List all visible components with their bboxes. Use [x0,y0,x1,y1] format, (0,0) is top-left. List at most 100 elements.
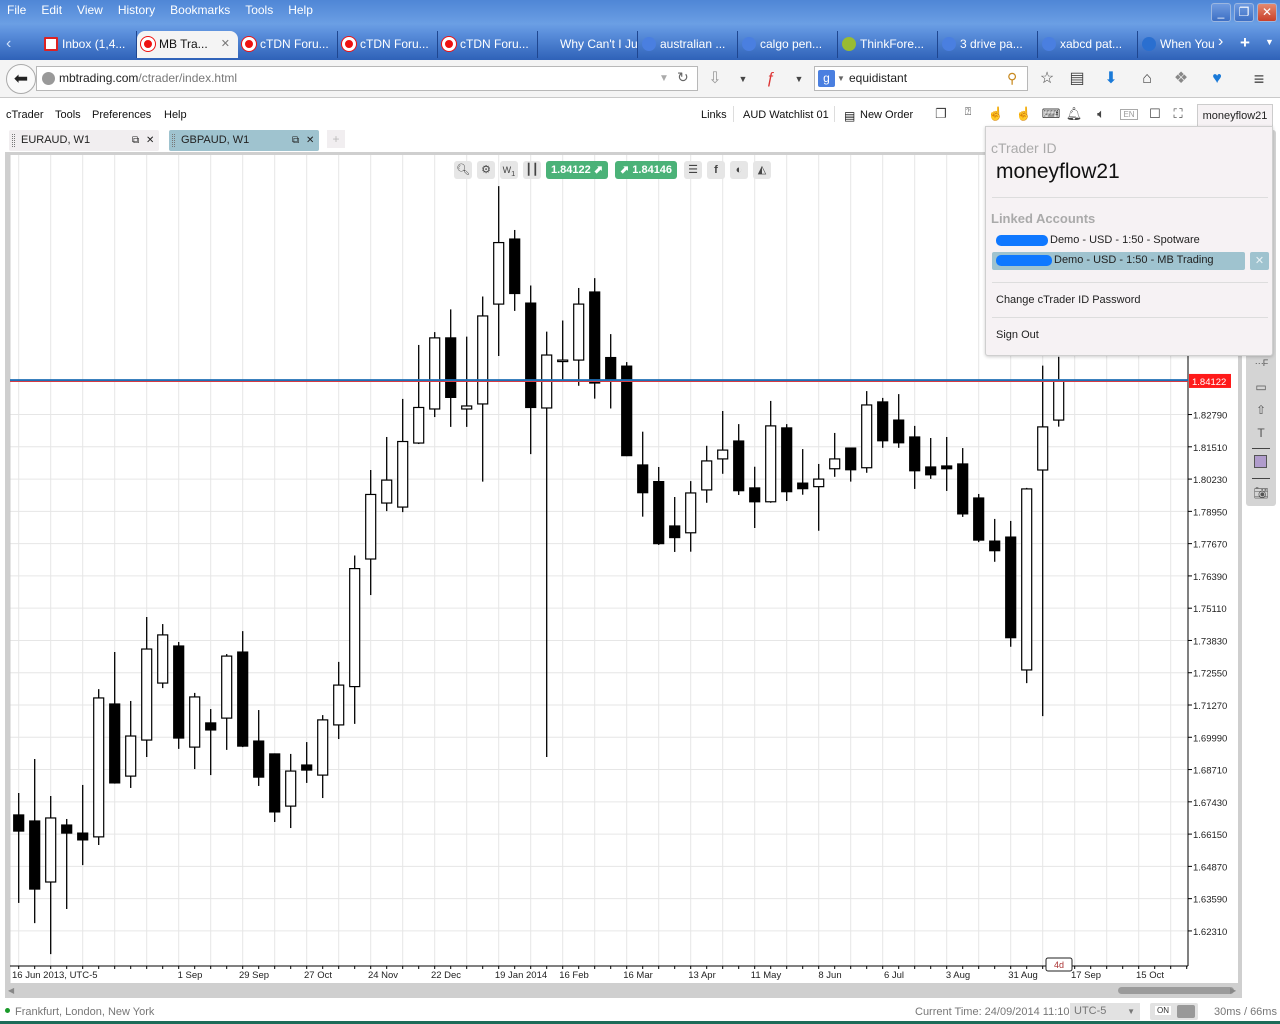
sell-button[interactable]: 1.84122 ⬈ [546,161,609,179]
sign-out-link[interactable]: Sign Out [996,329,1039,341]
candle [317,715,329,799]
candle [477,296,489,482]
candle-body [525,302,537,409]
candle [893,394,905,448]
candle [429,332,441,418]
buy-button[interactable]: ⬈ 1.84146 [615,161,678,179]
sound-toggle[interactable]: ON [1150,1003,1198,1020]
candle [93,689,105,845]
timezone-select[interactable]: UTC-5 ▼ [1070,1003,1140,1020]
candle-body [877,401,889,442]
candle-body [717,449,729,460]
candle [125,700,137,788]
candle-body [861,404,873,469]
candle-body [205,722,217,731]
arrow-icon: ⬈ [593,164,604,176]
candle [1037,365,1049,717]
time-tick-label: 29 Sep [239,970,269,981]
candle-body [1053,380,1065,421]
candle [13,793,25,903]
candle [77,784,89,866]
account-dropdown: cTrader ID moneyflow21 Linked Accounts D… [985,126,1273,356]
candle-body [189,696,201,748]
candle [1005,520,1017,647]
timeframe-label: W [502,165,512,175]
candle [493,186,505,357]
text-icon[interactable]: T [1250,426,1272,440]
fibonacci-icon[interactable]: ⋯F [1250,358,1272,369]
price-tick-label: 1.63590 [1193,895,1227,906]
price-tick-label: 1.80230 [1193,475,1227,486]
scrollbar-thumb[interactable] [1118,987,1234,994]
timeframe-button[interactable]: W1 [500,161,518,179]
arrow-up-icon[interactable]: ⇧ [1250,403,1272,417]
candle [349,555,361,724]
candle-body [413,406,425,444]
arrow-icon: ⬈ [620,164,630,176]
price-tick-label: 1.78950 [1193,507,1227,518]
candle [205,709,217,776]
candle [397,398,409,513]
rectangle-icon[interactable]: ▭ [1250,380,1272,394]
candle [685,481,697,552]
candle-body [557,359,569,363]
linked-account-mbtrading[interactable]: Demo - USD - 1:50 - MB Trading [992,252,1245,270]
time-tick-label: 15 Oct [1136,970,1164,981]
color-swatch[interactable] [1254,455,1267,468]
candle-body [269,753,281,813]
candle [237,631,249,748]
candle-body [237,651,249,747]
change-password-link[interactable]: Change cTrader ID Password [996,294,1141,306]
candle-body [701,460,713,491]
candle [333,661,345,740]
unlink-account-icon[interactable]: ✕ [1250,252,1269,270]
market-open-icon [5,1008,10,1013]
scroll-left-icon[interactable]: ◀ [8,986,14,995]
candle-body [29,820,41,890]
candle [141,617,153,757]
candle [285,753,297,829]
candle-body [349,567,361,688]
zoom-icon[interactable]: 🔍︎ [454,161,472,179]
price-tick-label: 1.62310 [1193,927,1227,938]
price-tick-label: 1.69990 [1193,733,1227,744]
divider [992,317,1268,318]
candle-body [285,770,297,807]
price-tick-label: 1.76390 [1193,572,1227,583]
chart-scrollbar[interactable]: ◀ ▶ [8,986,1238,996]
candle [925,437,937,479]
candle-body [669,525,681,539]
timeframe-sub: 1 [511,168,516,178]
candle [717,411,729,474]
facebook-icon[interactable]: f [707,161,725,179]
linked-accounts-title: Linked Accounts [991,211,1096,226]
time-tick-label: 16 Feb [559,970,589,981]
candle-body [381,479,393,504]
time-tick-label: 24 Nov [368,970,398,981]
camera-icon[interactable]: 📷︎ [1250,486,1272,500]
candle [637,431,649,517]
drawing-tools-icon[interactable]: ◭ [753,161,771,179]
scroll-right-icon[interactable]: ▶ [1230,986,1236,995]
candle-body [653,481,665,545]
candle-body [365,493,377,560]
time-tick-label: 27 Oct [304,970,332,981]
candle-body [845,447,857,471]
price-tick-label: 1.71270 [1193,701,1227,712]
chart-settings-icon[interactable]: ⚙ [477,161,495,179]
candle [941,436,953,491]
candle-body [253,740,265,778]
candle [845,447,857,482]
chart-type-candles-icon[interactable]: ┃┃ [523,161,541,179]
buy-price: 1.84146 [632,164,673,176]
candle [221,654,233,750]
candle-body [301,764,313,771]
current-price-label: 1.84122 [1192,377,1226,388]
candle-body [733,440,745,492]
indicators-list-icon[interactable]: ☰ [684,161,702,179]
linked-account-spotware[interactable]: Demo - USD - 1:50 - Spotware [996,234,1200,246]
account-label: Demo - USD - 1:50 - Spotware [1050,234,1200,246]
candle-body [333,684,345,726]
chart-object-icon[interactable]: ◐ [730,161,748,179]
ctrader-id-title: cTrader ID [991,140,1057,156]
